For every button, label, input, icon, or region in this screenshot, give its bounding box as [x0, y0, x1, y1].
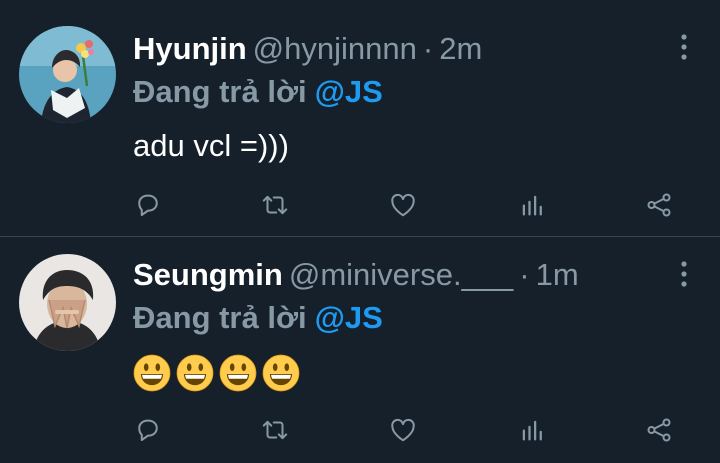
- grinning-face-emoji: [176, 354, 214, 392]
- separator-dot: ·: [422, 31, 434, 66]
- display-name[interactable]: Seungmin: [133, 257, 283, 292]
- timestamp[interactable]: 1m: [536, 257, 579, 292]
- reply-mention-link[interactable]: @JS: [315, 74, 383, 109]
- grinning-face-emoji: [133, 354, 171, 392]
- more-vertical-icon[interactable]: [678, 259, 690, 289]
- analytics-icon[interactable]: [515, 185, 549, 225]
- avatar-image: [19, 254, 116, 351]
- share-icon[interactable]: [642, 185, 676, 225]
- reply-prefix-label: Đang trả lời: [133, 74, 307, 109]
- separator-dot: ·: [519, 257, 530, 292]
- reply-prefix-label: Đang trả lời: [133, 300, 307, 335]
- tweet-card[interactable]: Seungmin @miniverse.___ · 1m Đang trả lời @J…: [0, 237, 720, 463]
- display-name[interactable]: Hyunjin: [133, 31, 247, 66]
- reply-icon[interactable]: [131, 185, 165, 225]
- user-handle[interactable]: @hynjinnnn: [253, 31, 417, 66]
- avatar[interactable]: [19, 254, 116, 351]
- more-vertical-icon[interactable]: [678, 32, 690, 62]
- reply-context: Đang trả lời @JS: [133, 300, 383, 336]
- reply-icon[interactable]: [131, 410, 165, 450]
- tweet-actions: [0, 185, 720, 225]
- avatar[interactable]: [19, 26, 116, 123]
- tweet-header: Hyunjin @hynjinnnn · 2m: [133, 31, 482, 67]
- retweet-icon[interactable]: [258, 185, 292, 225]
- tweet-text: [133, 354, 300, 392]
- timestamp[interactable]: 2m: [439, 31, 482, 66]
- like-icon[interactable]: [386, 185, 420, 225]
- tweet-header: Seungmin @miniverse.___ · 1m: [133, 257, 579, 293]
- tweet-card[interactable]: Hyunjin @hynjinnnn · 2m Đang trả lời @JS adu…: [0, 0, 720, 236]
- grinning-face-emoji: [262, 354, 300, 392]
- reply-mention-link[interactable]: @JS: [315, 300, 383, 335]
- tweet-actions: [0, 410, 720, 450]
- tweet-text: adu vcl =))): [133, 128, 289, 163]
- user-handle[interactable]: @miniverse.___: [289, 257, 513, 292]
- analytics-icon[interactable]: [515, 410, 549, 450]
- reply-context: Đang trả lời @JS: [133, 74, 383, 110]
- share-icon[interactable]: [642, 410, 676, 450]
- avatar-image: [19, 26, 116, 123]
- retweet-icon[interactable]: [258, 410, 292, 450]
- like-icon[interactable]: [386, 410, 420, 450]
- grinning-face-emoji: [219, 354, 257, 392]
